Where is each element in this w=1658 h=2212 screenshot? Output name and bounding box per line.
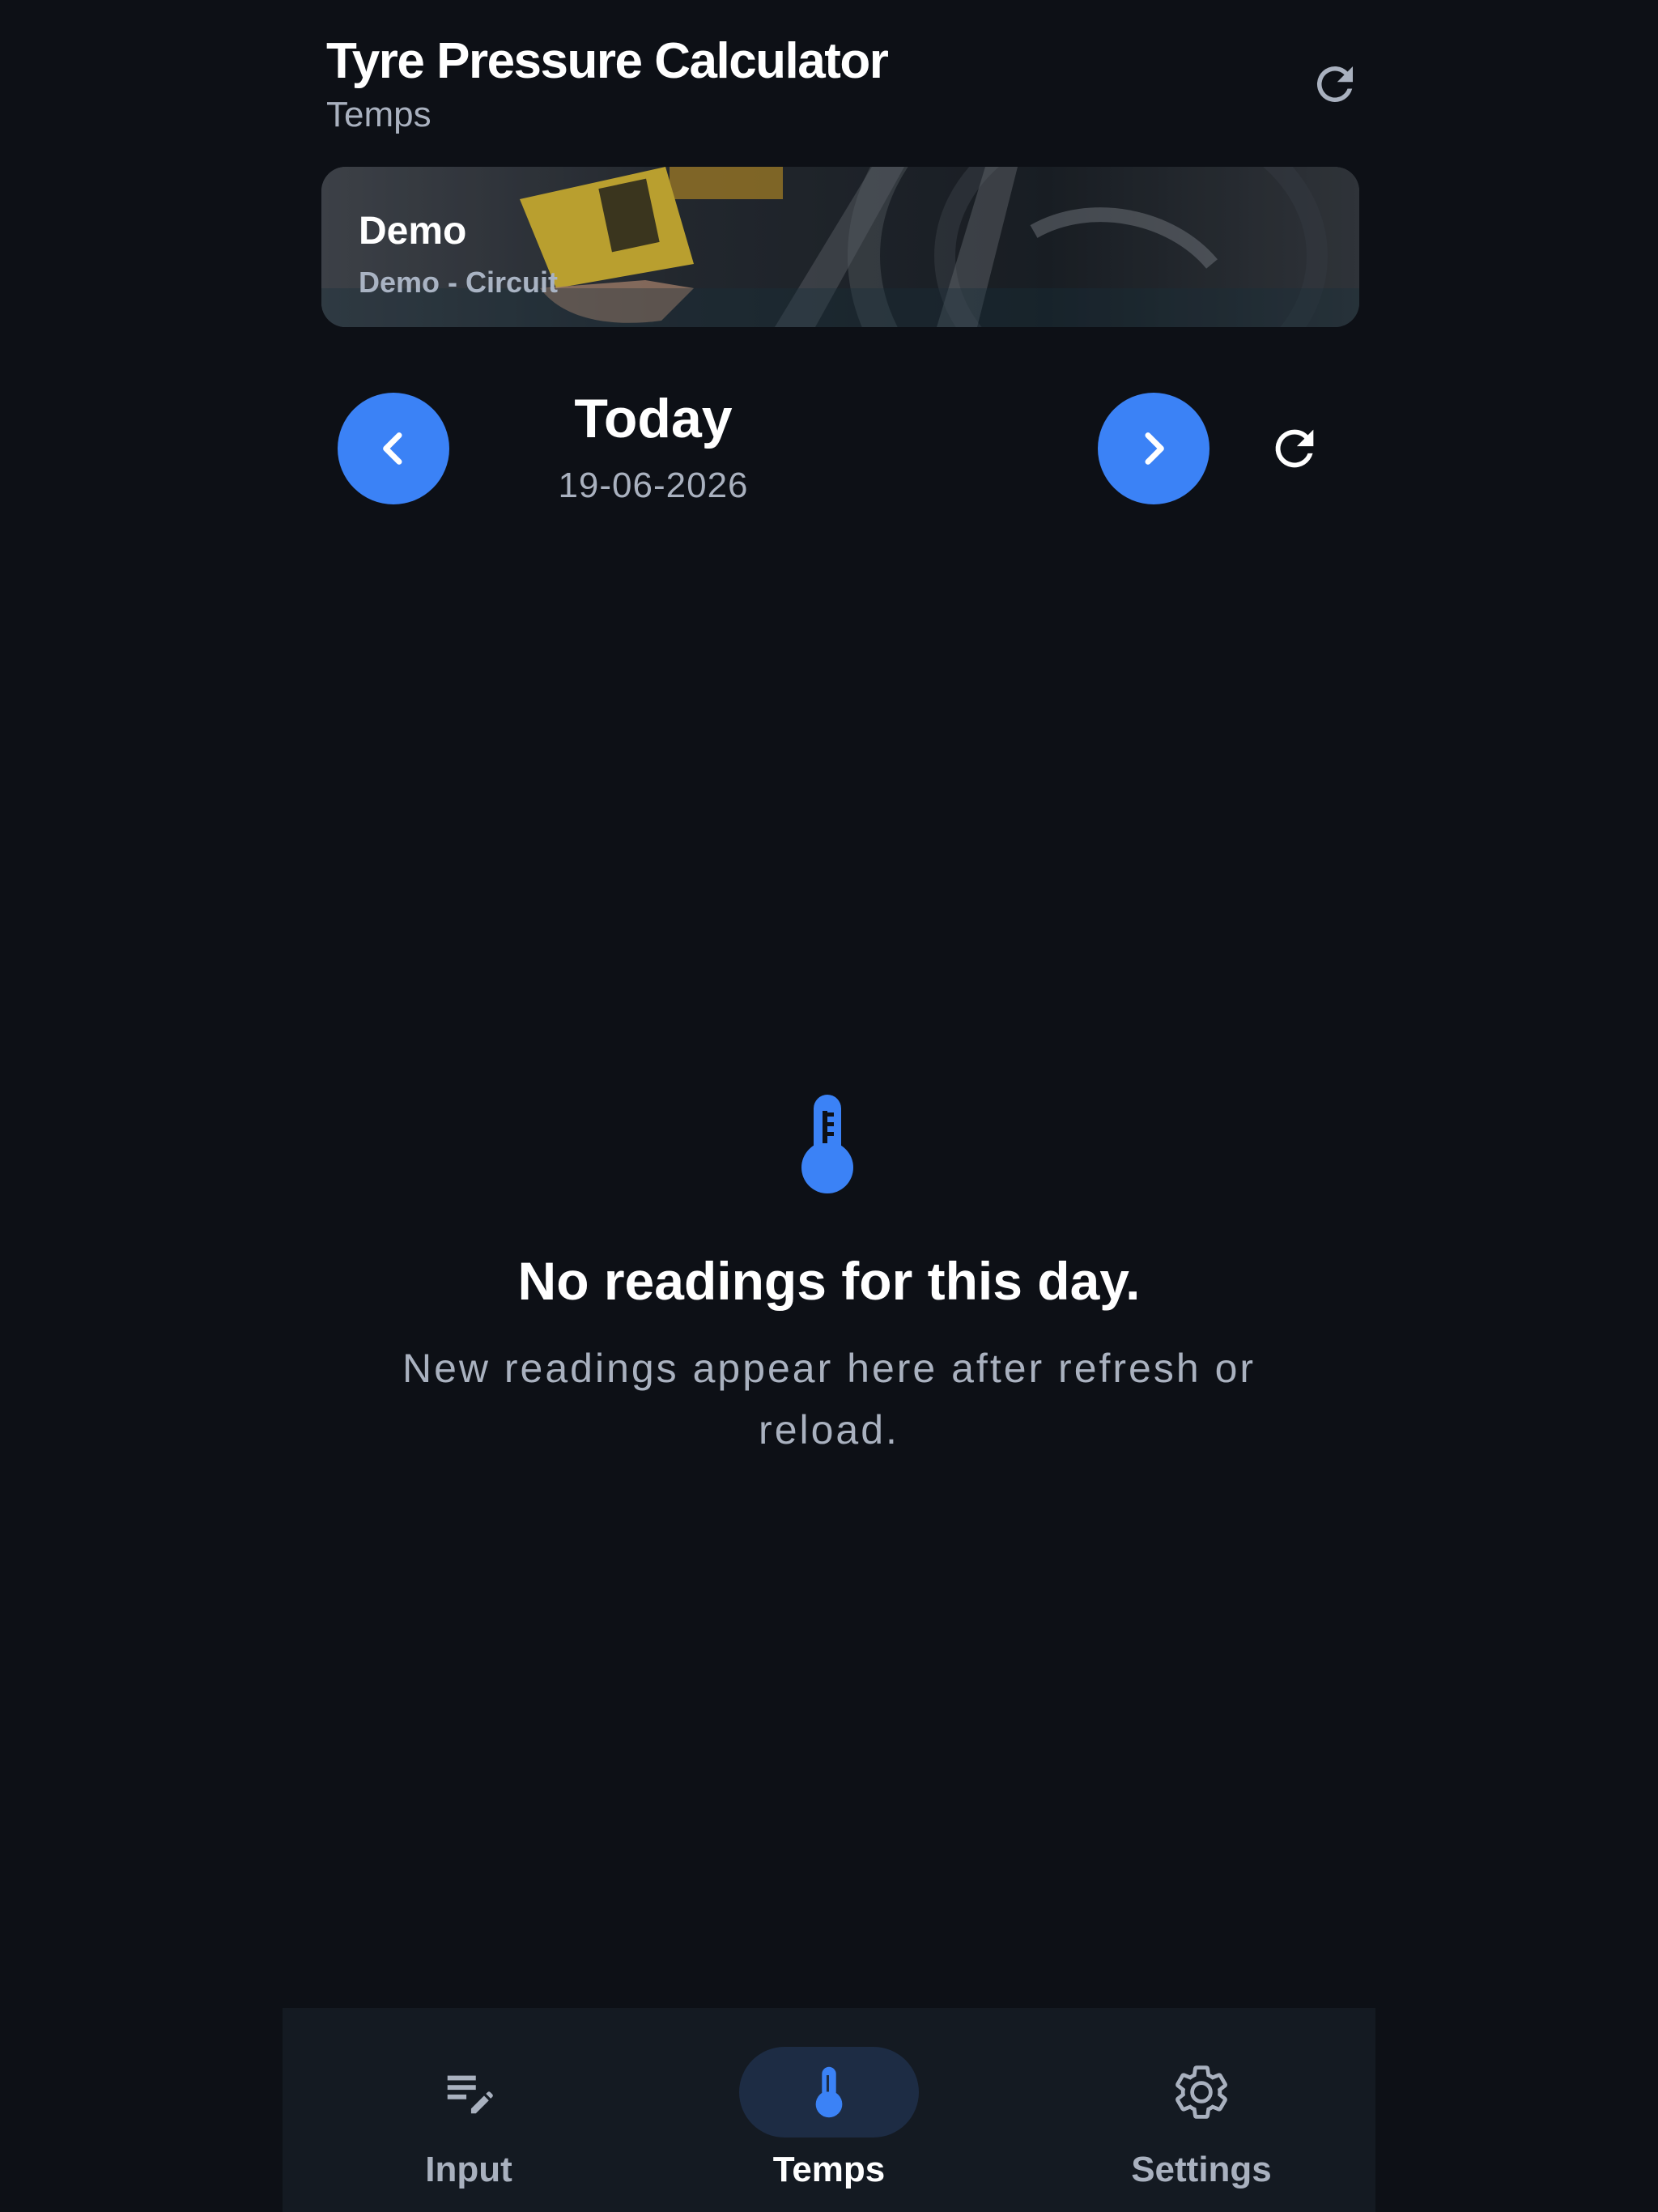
tab-input[interactable]: Input	[307, 2008, 631, 2212]
refresh-icon	[1275, 429, 1314, 468]
session-subtitle: Demo - Circuit	[359, 266, 559, 299]
bottom-navigation: Input Temps Settings	[283, 2008, 1375, 2212]
day-refresh-button[interactable]	[1259, 413, 1330, 484]
day-label: Today	[574, 388, 733, 449]
empty-state-message: New readings appear here after refresh o…	[402, 1346, 1256, 1453]
tab-input-label: Input	[425, 2150, 512, 2189]
session-card[interactable]: Demo Demo - Circuit	[321, 167, 1359, 327]
tab-temps-label: Temps	[772, 2150, 886, 2189]
next-day-button[interactable]	[1098, 393, 1209, 504]
tab-input-icon-wrap	[379, 2047, 559, 2138]
thermometer-icon	[815, 2066, 843, 2118]
refresh-icon	[1316, 66, 1353, 102]
page-subtitle: Temps	[326, 95, 432, 134]
day-date: 19-06-2026	[558, 466, 749, 505]
tab-settings[interactable]: Settings	[1039, 2008, 1363, 2212]
tab-temps[interactable]: Temps	[667, 2008, 991, 2212]
session-title: Demo	[359, 210, 467, 253]
chevron-right-icon	[1145, 432, 1164, 465]
tab-temps-icon-wrap	[739, 2047, 919, 2138]
thermometer-icon	[793, 1093, 862, 1195]
session-photo	[321, 167, 1359, 327]
previous-day-button[interactable]	[338, 393, 449, 504]
edit-list-icon	[447, 2075, 493, 2114]
tab-settings-icon-wrap	[1112, 2047, 1291, 2138]
header-refresh-button[interactable]	[1304, 53, 1366, 115]
empty-state-title: No readings for this day.	[517, 1251, 1141, 1311]
app-title: Tyre Pressure Calculator	[326, 33, 889, 89]
chevron-left-icon	[383, 432, 402, 465]
gear-icon	[1175, 2065, 1227, 2119]
main-screen: Tyre Pressure Calculator Temps Demo Demo…	[283, 0, 1375, 2212]
tab-settings-label: Settings	[1131, 2150, 1272, 2189]
